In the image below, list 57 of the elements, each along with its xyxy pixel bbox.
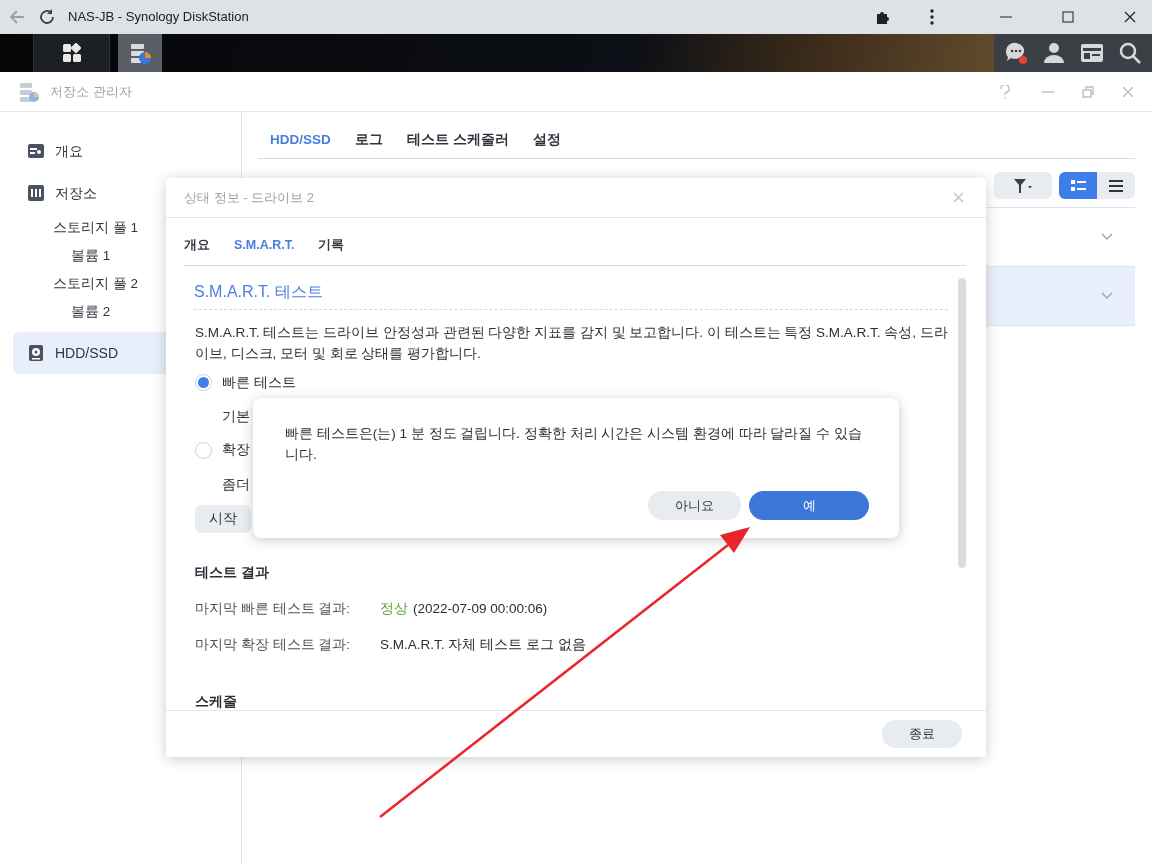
app-title: 저장소 관리자 [50, 82, 133, 101]
section-heading: 테스트 결과 [195, 563, 270, 582]
result-label: 마지막 빠른 테스트 결과: [195, 600, 351, 618]
result-value: S.M.A.R.T. 자체 테스트 로그 없음 [380, 636, 586, 655]
view-toggle-button[interactable] [1097, 172, 1135, 199]
tab[interactable]: S.M.A.R.T. [220, 236, 305, 265]
tab[interactable]: 기록 [304, 236, 355, 265]
sidebar-label: HDD/SSD [55, 343, 118, 363]
result-label: 마지막 확장 테스트 결과: [195, 636, 351, 655]
tab[interactable]: 개요 [184, 236, 220, 265]
dialog-title: 상태 정보 - 드라이브 2 [184, 188, 315, 207]
reload-icon[interactable] [38, 8, 56, 26]
storage-app-icon [18, 80, 40, 103]
option-label: 빠른 테스트 [222, 373, 296, 392]
option-description: 좀더 [222, 475, 250, 494]
radio-button[interactable] [195, 374, 212, 392]
tab[interactable]: 테스트 스케줄러 [394, 129, 521, 158]
start-button[interactable]: 시작 [195, 504, 251, 533]
storage-app-button[interactable] [118, 34, 162, 72]
result-value: (2022-07-09 00:00:06) [413, 600, 548, 618]
list-view-icon [1108, 179, 1124, 192]
chat-icon[interactable] [1004, 41, 1028, 65]
more-menu-icon[interactable] [930, 9, 934, 25]
option-description: 기본 [222, 408, 250, 426]
filter-icon [1013, 177, 1033, 194]
filter-button[interactable] [994, 172, 1052, 199]
status-text: 정상 [380, 600, 408, 618]
cancel-button[interactable]: 아니요 [648, 491, 741, 520]
tab[interactable]: 로그 [342, 129, 395, 158]
option-label: 확장 [222, 441, 250, 460]
storage-app-icon [128, 41, 152, 65]
user-icon[interactable] [1042, 41, 1066, 65]
confirm-message: 빠른 테스트은(는) 1 분 정도 걸립니다. 정확한 처리 시간은 시스템 환경에 따라 달라질 수 있습니다. [285, 425, 863, 464]
close-icon[interactable] [1124, 11, 1136, 23]
sidebar-label: 저장소 [55, 183, 97, 203]
overview-icon [27, 142, 45, 160]
close-button[interactable]: 종료 [882, 720, 962, 748]
chevron-down-icon[interactable] [1101, 233, 1113, 241]
tab[interactable]: HDD/SSD [258, 129, 343, 158]
view-toggle-button[interactable] [1059, 172, 1097, 199]
puzzle-icon[interactable] [874, 9, 890, 25]
scrollbar-thumb[interactable] [958, 277, 966, 568]
confirm-button[interactable]: 예 [749, 491, 869, 520]
grid-icon [61, 43, 82, 63]
section-title: S.M.A.R.T. 테스트 [194, 279, 948, 310]
tab[interactable]: 설정 [520, 129, 573, 158]
sidebar-item[interactable]: 개요 [13, 130, 241, 172]
maximize-icon[interactable] [1062, 11, 1074, 23]
main-menu-button[interactable] [33, 34, 110, 72]
radio-button[interactable] [195, 441, 212, 459]
page-title: NAS-JB - Synology DiskStation [68, 8, 250, 27]
sidebar-label: 개요 [55, 141, 83, 161]
search-icon[interactable] [1118, 41, 1142, 65]
storage-icon [27, 184, 45, 202]
card-view-icon [1070, 179, 1086, 192]
id-card-icon[interactable] [1080, 41, 1104, 65]
section-heading: 스케줄 [195, 692, 238, 710]
